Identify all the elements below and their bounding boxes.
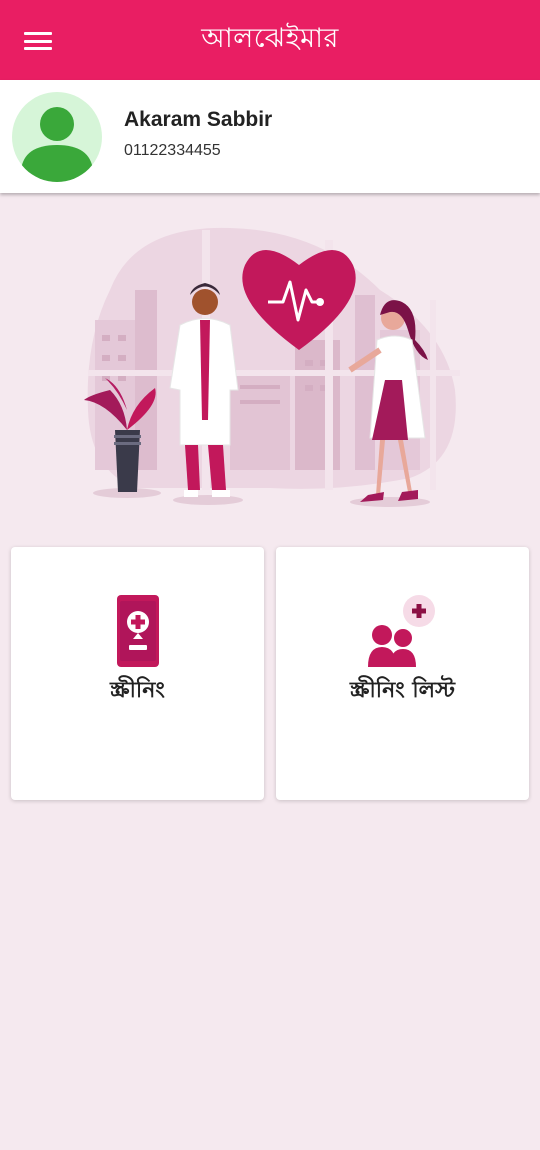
doctors-heart-illustration bbox=[80, 220, 465, 520]
patients-plus-icon bbox=[368, 595, 438, 673]
user-name: Akaram Sabbir bbox=[124, 108, 273, 131]
profile-header: Akaram Sabbir 01122334455 bbox=[0, 80, 540, 193]
app-title: আলঝেইমার bbox=[201, 22, 339, 54]
mobile-health-icon bbox=[117, 595, 159, 671]
screening-label: স্ক্রীনিং bbox=[110, 678, 165, 703]
hamburger-menu-icon[interactable] bbox=[22, 28, 54, 54]
user-avatar-icon[interactable] bbox=[12, 92, 102, 182]
screening-card[interactable]: স্ক্রীনিং bbox=[11, 547, 264, 800]
screening-list-label: স্ক্রীনিং লিস্ট bbox=[350, 678, 455, 703]
app-bar: আলঝেইমার bbox=[0, 0, 540, 80]
screening-list-card[interactable]: স্ক্রীনিং লিস্ট bbox=[276, 547, 529, 800]
user-phone: 01122334455 bbox=[124, 142, 221, 159]
